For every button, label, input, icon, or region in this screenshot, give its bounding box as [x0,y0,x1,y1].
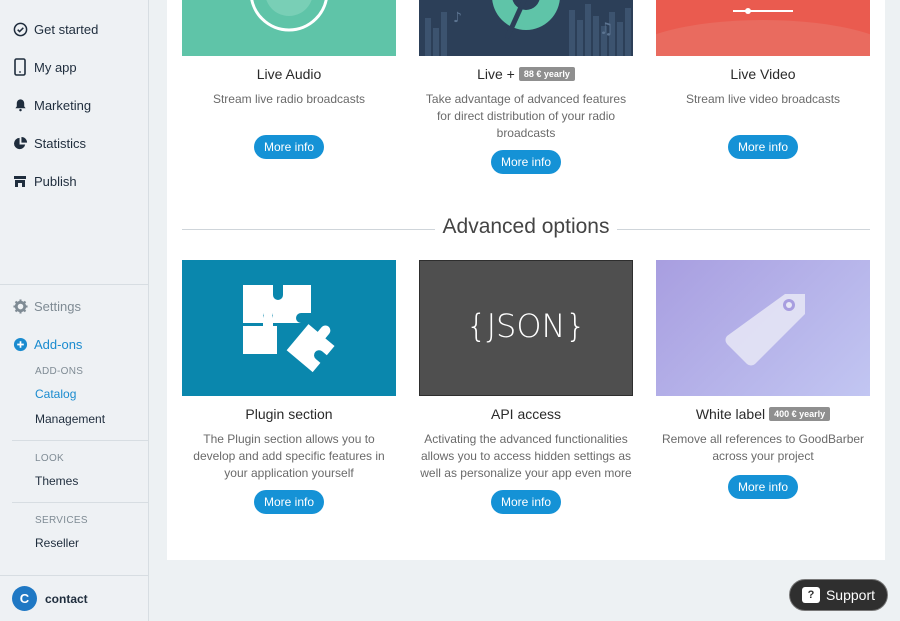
more-info-button[interactable]: More info [491,150,561,174]
store-icon [12,173,28,189]
sidebar-item-label: Get started [34,21,99,37]
sidebar-item-label: Publish [34,173,77,189]
help-chat-icon: ? [801,587,820,603]
more-info-button[interactable]: More info [728,475,798,499]
live-video-image [656,0,870,56]
tag-icon [725,294,805,366]
gear-icon [12,298,28,314]
phone-icon [12,58,28,76]
group-label-services: SERVICES [35,515,88,526]
tile-title: Live Video [730,66,796,82]
tile-title: White label 400 € yearly [656,406,870,422]
api-access-image: {JSON} [419,260,633,396]
sidebar-item-label: Statistics [34,135,87,151]
tile-title: API access [490,406,562,422]
tile-description: The Plugin section allows you to develop… [193,432,385,480]
tile-title: Plugin section [245,406,333,422]
svg-text:♪: ♪ [453,10,462,26]
tile-description: Stream live video broadcasts [685,92,841,106]
tile-title: Live Audio [256,66,322,82]
bell-icon [12,97,28,113]
contact-avatar: C [12,586,37,611]
group-label-addons: ADD-ONS [35,366,84,377]
more-info-button[interactable]: More info [254,490,324,514]
support-label: Support [825,587,876,603]
plugin-section-image [182,260,396,396]
tile-description: Stream live radio broadcasts [212,92,366,106]
sidebar-divider [12,440,148,441]
more-info-button[interactable]: More info [254,135,324,159]
sidebar-subitem-catalog[interactable]: Catalog [35,387,76,401]
json-label: {JSON} [466,307,586,345]
tile-title: Live +88 € yearly [419,66,633,82]
more-info-button[interactable]: More info [491,490,561,514]
sidebar-item-addons[interactable]: Add-ons [12,333,82,355]
sidebar-subitem-themes[interactable]: Themes [35,474,78,488]
plus-circle-icon [12,336,28,352]
contact-button[interactable]: C contact [0,575,149,621]
sidebar-item-settings[interactable]: Settings [12,295,81,317]
sidebar-item-marketing[interactable]: Marketing [12,94,91,116]
live-audio-image [182,0,396,56]
puzzle-icon [243,285,335,373]
sidebar-item-label: Add-ons [34,336,83,352]
tile-description: Activating the advanced functionalities … [420,432,632,480]
sidebar-divider [12,502,148,503]
tile-description: Take advantage of advanced features for … [425,92,627,140]
contact-label: contact [45,591,88,606]
catalog-card: ♫ ♪ Live Audio Live +88 € yearly Live Vi… [167,0,885,560]
price-badge: 88 € yearly [518,67,575,81]
price-badge: 400 € yearly [769,407,831,421]
sidebar-item-label: My app [34,59,77,75]
svg-text:♫: ♫ [599,19,613,38]
sidebar-item-label: Marketing [34,97,92,113]
section-title: Advanced options [167,215,885,239]
tile-description: Remove all references to GoodBarber acro… [661,432,865,463]
sidebar: Get started My app Marketing Statistics … [0,0,149,621]
pie-chart-icon [12,135,28,151]
more-info-button[interactable]: More info [728,135,798,159]
check-circle-icon [12,21,28,37]
live-plus-image: ♫ ♪ [419,0,633,56]
group-label-look: LOOK [35,453,64,464]
sidebar-subitem-reseller[interactable]: Reseller [35,536,79,550]
white-label-image [656,260,870,396]
support-button[interactable]: ? Support [789,579,888,611]
sidebar-divider [0,284,148,285]
sidebar-item-statistics[interactable]: Statistics [12,132,86,154]
sidebar-item-publish[interactable]: Publish [12,170,77,192]
sidebar-item-label: Settings [34,298,81,314]
sidebar-subitem-management[interactable]: Management [35,412,105,426]
sidebar-item-my-app[interactable]: My app [12,56,77,78]
sidebar-item-get-started[interactable]: Get started [12,18,98,40]
